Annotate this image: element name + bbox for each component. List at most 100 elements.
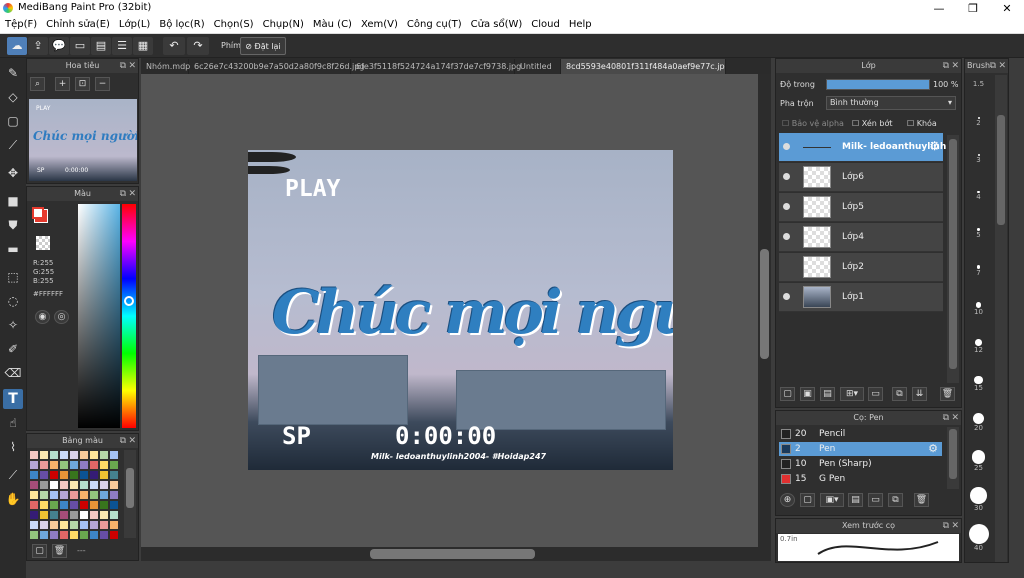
layer-row[interactable]: Lớp5 (779, 193, 943, 222)
close-icon[interactable]: ✕ (951, 411, 959, 425)
maximize-button[interactable]: ❐ (956, 0, 990, 17)
palette-swatch[interactable] (40, 481, 48, 489)
palette-swatch[interactable] (60, 521, 68, 529)
menu-help[interactable]: Help (564, 17, 596, 30)
popout-icon[interactable]: ⧉ (943, 519, 949, 533)
palette-swatch[interactable] (50, 451, 58, 459)
palette-swatch[interactable] (110, 461, 118, 469)
menu-edit[interactable]: Chỉnh sửa(E) (41, 17, 114, 30)
brush-add-icon[interactable]: ⊕ (780, 493, 795, 507)
palette-swatch[interactable] (110, 471, 118, 479)
brush-size-option[interactable]: 30 (967, 487, 990, 512)
brush-size-option[interactable]: 20 (967, 413, 990, 432)
palette-swatch[interactable] (70, 501, 78, 509)
brush-size-option[interactable]: 3 (967, 154, 990, 164)
zoom-in-icon[interactable]: + (55, 77, 70, 91)
brush-size-option[interactable]: 7 (967, 265, 990, 277)
horizontal-scrollbar[interactable] (141, 547, 771, 561)
redo-icon[interactable]: ↷ (187, 37, 209, 55)
brush-add-menu-icon[interactable]: ▣▾ (820, 493, 844, 507)
select-rect-tool-icon[interactable]: ⬚ (3, 267, 23, 287)
brush-size-option[interactable]: 15 (967, 376, 990, 392)
palette-swatch[interactable] (100, 511, 108, 519)
popout-icon[interactable]: ⧉ (990, 59, 996, 73)
page-icon[interactable]: ▭ (70, 37, 90, 55)
hand-tool-icon[interactable]: ✋ (3, 489, 23, 509)
trash-icon[interactable]: 🗑 (52, 544, 67, 558)
layer-row[interactable]: Lớp2 (779, 253, 943, 282)
palette-swatch[interactable] (90, 501, 98, 509)
palette-swatch[interactable] (50, 521, 58, 529)
palette-swatch[interactable] (110, 511, 118, 519)
select-pen-tool-icon[interactable]: ✐ (3, 339, 23, 359)
menu-cloud[interactable]: Cloud (526, 17, 564, 30)
undo-icon[interactable]: ↶ (163, 37, 185, 55)
layer-row[interactable]: Lớp4 (779, 223, 943, 252)
eraser-tool-icon[interactable]: ◇ (3, 87, 23, 107)
palette-swatch[interactable] (40, 461, 48, 469)
bucket-tool-icon[interactable]: ⛊ (3, 215, 23, 235)
protect-alpha-checkbox[interactable]: ☐ Bảo vệ alpha (782, 119, 844, 128)
layer-row[interactable]: Lớp1 (779, 283, 943, 312)
brush-size-option[interactable]: 1.5 (967, 80, 990, 88)
delete-layer-icon[interactable]: 🗑 (940, 387, 955, 401)
menu-file[interactable]: Tệp(F) (0, 17, 41, 30)
palette-swatch[interactable] (100, 521, 108, 529)
palette-swatch[interactable] (30, 461, 38, 469)
popout-icon[interactable]: ⧉ (120, 434, 126, 448)
palette-swatch[interactable] (90, 531, 98, 539)
brush-row[interactable]: 15 G Pen (779, 472, 942, 486)
list-icon[interactable]: ☰ (112, 37, 132, 55)
palette-swatch[interactable] (30, 471, 38, 479)
eye-icon[interactable] (783, 143, 790, 150)
palette-swatch[interactable] (110, 501, 118, 509)
palette-swatch[interactable] (60, 511, 68, 519)
palette-swatch[interactable] (80, 461, 88, 469)
gradient-tool-icon[interactable]: ▬ (3, 239, 23, 259)
palette-swatch[interactable] (50, 501, 58, 509)
palette-swatch[interactable] (30, 531, 38, 539)
close-icon[interactable]: ✕ (128, 434, 136, 448)
palette-swatch[interactable] (100, 501, 108, 509)
minimize-button[interactable]: — (922, 0, 956, 17)
palette-swatch[interactable] (40, 531, 48, 539)
palette-settings-icon[interactable]: ◎ (54, 310, 69, 324)
tab-image-active[interactable]: 8cd5593e40801f311f484a0aef9e77c.jpg (561, 59, 726, 74)
gear-icon[interactable]: ⚙ (929, 139, 940, 153)
menu-filter[interactable]: Bộ lọc(R) (154, 17, 208, 30)
palette-swatch[interactable] (100, 491, 108, 499)
palette-swatch[interactable] (70, 511, 78, 519)
palette-swatch[interactable] (110, 531, 118, 539)
popout-icon[interactable]: ⧉ (120, 187, 126, 201)
fit-icon[interactable]: ⊡ (75, 77, 90, 91)
magic-wand-tool-icon[interactable]: ✧ (3, 315, 23, 335)
merge-icon[interactable]: ⇊ (912, 387, 927, 401)
palette-swatch[interactable] (100, 481, 108, 489)
brush-size-scrollbar[interactable] (995, 75, 1007, 562)
eye-icon[interactable] (783, 293, 790, 300)
menu-color[interactable]: Màu (C) (308, 17, 356, 30)
palette-swatch[interactable] (50, 481, 58, 489)
brush-size-option[interactable]: 4 (967, 191, 990, 201)
brush-size-option[interactable]: 25 (967, 450, 990, 472)
palette-swatch[interactable] (60, 461, 68, 469)
palette-swatch[interactable] (80, 481, 88, 489)
palette-swatch[interactable] (80, 501, 88, 509)
palette-swatch[interactable] (90, 471, 98, 479)
gear-icon[interactable]: ⚙ (928, 442, 938, 456)
palette-swatch[interactable] (100, 531, 108, 539)
move-tool-icon[interactable]: ✥ (3, 163, 23, 183)
palette-swatch[interactable] (50, 471, 58, 479)
close-icon[interactable]: ✕ (128, 187, 136, 201)
hue-slider[interactable] (122, 204, 136, 428)
brush-size-option[interactable]: 2 (967, 117, 990, 127)
palette-swatch[interactable] (50, 511, 58, 519)
brush-size-option[interactable]: 40 (967, 524, 990, 552)
palette-icon[interactable]: ◉ (35, 310, 50, 324)
palette-swatch[interactable] (110, 451, 118, 459)
palette-swatch[interactable] (60, 531, 68, 539)
palette-swatch[interactable] (70, 521, 78, 529)
palette-swatch[interactable] (80, 511, 88, 519)
palette-swatch[interactable] (30, 451, 38, 459)
tab-nhom[interactable]: Nhóm.mdp (141, 59, 190, 74)
